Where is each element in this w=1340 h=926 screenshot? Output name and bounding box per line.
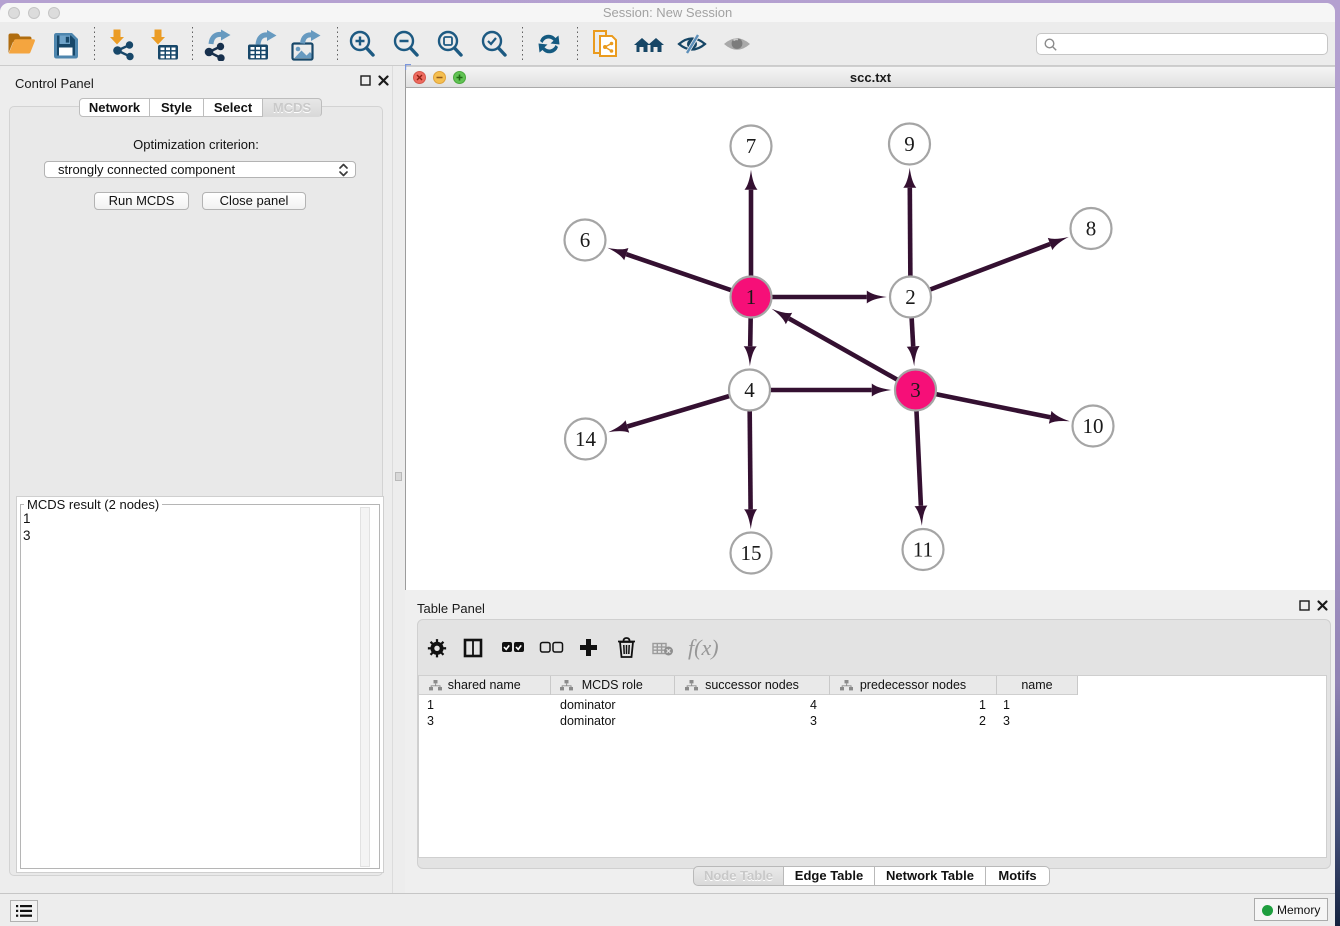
svg-text:8: 8 bbox=[1086, 217, 1097, 241]
svg-text:2: 2 bbox=[905, 285, 916, 309]
svg-text:7: 7 bbox=[746, 134, 757, 158]
svg-text:6: 6 bbox=[580, 228, 591, 252]
svg-text:11: 11 bbox=[913, 538, 933, 562]
svg-text:1: 1 bbox=[746, 285, 757, 309]
svg-text:10: 10 bbox=[1083, 414, 1104, 438]
svg-text:4: 4 bbox=[744, 378, 755, 402]
svg-text:9: 9 bbox=[904, 132, 915, 156]
svg-text:14: 14 bbox=[575, 427, 597, 451]
svg-text:3: 3 bbox=[910, 378, 921, 402]
svg-text:15: 15 bbox=[741, 541, 762, 565]
